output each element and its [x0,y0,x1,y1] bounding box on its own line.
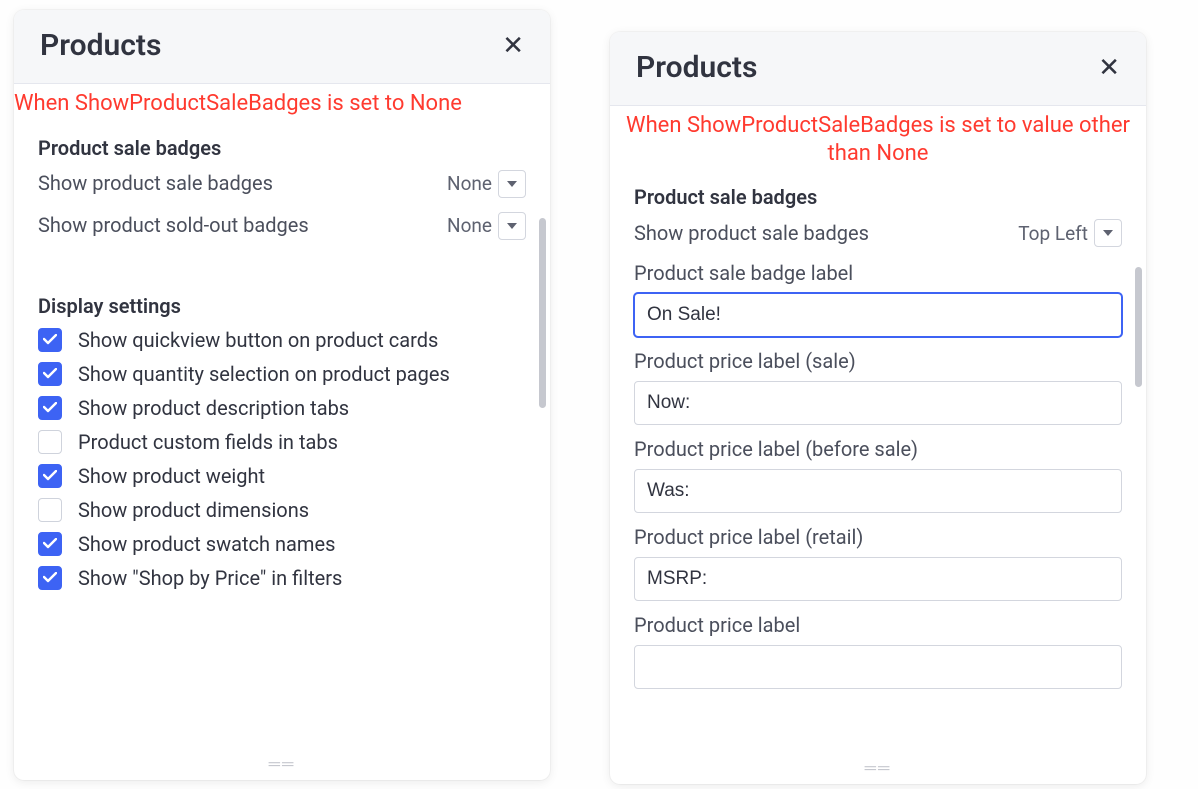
close-icon[interactable]: ✕ [502,33,524,59]
field-label: Product price label [634,613,1122,637]
checkbox-label: Show product swatch names [78,532,335,556]
field-badge-label: Product sale badge label [634,261,1122,337]
field-price-label: Product price label [634,613,1122,689]
dropdown-sale-badges[interactable]: None [447,170,526,198]
scrollbar-thumb[interactable] [539,218,546,408]
field-label: Product sale badge label [634,261,1122,285]
annotation-text: When ShowProductSaleBadges is set to Non… [14,84,550,122]
products-panel-right: Products ✕ When ShowProductSaleBadges is… [610,32,1146,784]
chevron-down-icon[interactable] [498,212,526,240]
checkbox[interactable] [38,464,62,488]
panel-title: Products [40,28,161,63]
field-price-retail: Product price label (retail) [634,525,1122,601]
checkbox-row: Show quickview button on product cards [38,328,526,352]
checkbox-label: Show "Shop by Price" in filters [78,566,342,590]
checkbox[interactable] [38,362,62,386]
checkbox[interactable] [38,328,62,352]
display-checklist: Show quickview button on product cards Sh… [38,328,526,590]
panel-body: Product sale badges Show product sale ba… [14,122,550,781]
row-show-sale-badges: Show product sale badges Top Left [634,219,1122,247]
field-price-sale: Product price label (sale) [634,349,1122,425]
checkbox-label: Product custom fields in tabs [78,430,338,454]
checkbox-row: Product custom fields in tabs [38,430,526,454]
checkbox-label: Show product dimensions [78,498,309,522]
checkbox[interactable] [38,532,62,556]
checkbox[interactable] [38,566,62,590]
checkbox[interactable] [38,396,62,420]
checkbox-label: Show quickview button on product cards [78,328,438,352]
chevron-down-icon[interactable] [1094,219,1122,247]
field-label: Product price label (retail) [634,525,1122,549]
section-title-display: Display settings [38,294,526,318]
dropdown-value: None [447,214,492,237]
checkbox-row: Show product weight [38,464,526,488]
checkbox-label: Show quantity selection on product pages [78,362,450,386]
panel-header: Products ✕ [14,10,550,84]
row-show-soldout-badges: Show product sold-out badges None [38,212,526,240]
row-label: Show product sale badges [634,220,869,247]
checkbox[interactable] [38,430,62,454]
checkbox-label: Show product description tabs [78,396,349,420]
input-price-retail[interactable] [634,557,1122,601]
section-title-badges: Product sale badges [38,136,526,160]
panel-body: Product sale badges Show product sale ba… [610,171,1146,784]
row-label: Show product sale badges [38,170,273,197]
scrollbar-thumb[interactable] [1135,267,1142,387]
drag-handle-icon[interactable]: ══ [865,758,892,778]
input-price-before[interactable] [634,469,1122,513]
checkbox-row: Show "Shop by Price" in filters [38,566,526,590]
checkbox-row: Show product description tabs [38,396,526,420]
input-price-sale[interactable] [634,381,1122,425]
input-badge-label[interactable] [634,293,1122,337]
row-label: Show product sold-out badges [38,212,309,239]
chevron-down-icon[interactable] [498,170,526,198]
panel-title: Products [636,50,757,85]
checkbox[interactable] [38,498,62,522]
row-show-sale-badges: Show product sale badges None [38,170,526,198]
dropdown-value: None [447,172,492,195]
field-price-before: Product price label (before sale) [634,437,1122,513]
close-icon[interactable]: ✕ [1098,55,1120,81]
field-label: Product price label (before sale) [634,437,1122,461]
panel-header: Products ✕ [610,32,1146,106]
dropdown-soldout-badges[interactable]: None [447,212,526,240]
checkbox-row: Show product swatch names [38,532,526,556]
checkbox-row: Show product dimensions [38,498,526,522]
products-panel-left: Products ✕ When ShowProductSaleBadges is… [14,10,550,780]
drag-handle-icon[interactable]: ══ [269,754,296,774]
checkbox-label: Show product weight [78,464,265,488]
input-price-label[interactable] [634,645,1122,689]
dropdown-sale-badges[interactable]: Top Left [1018,219,1122,247]
checkbox-row: Show quantity selection on product pages [38,362,526,386]
field-label: Product price label (sale) [634,349,1122,373]
annotation-text: When ShowProductSaleBadges is set to val… [610,106,1146,171]
section-title-badges: Product sale badges [634,185,1122,209]
dropdown-value: Top Left [1018,222,1088,245]
